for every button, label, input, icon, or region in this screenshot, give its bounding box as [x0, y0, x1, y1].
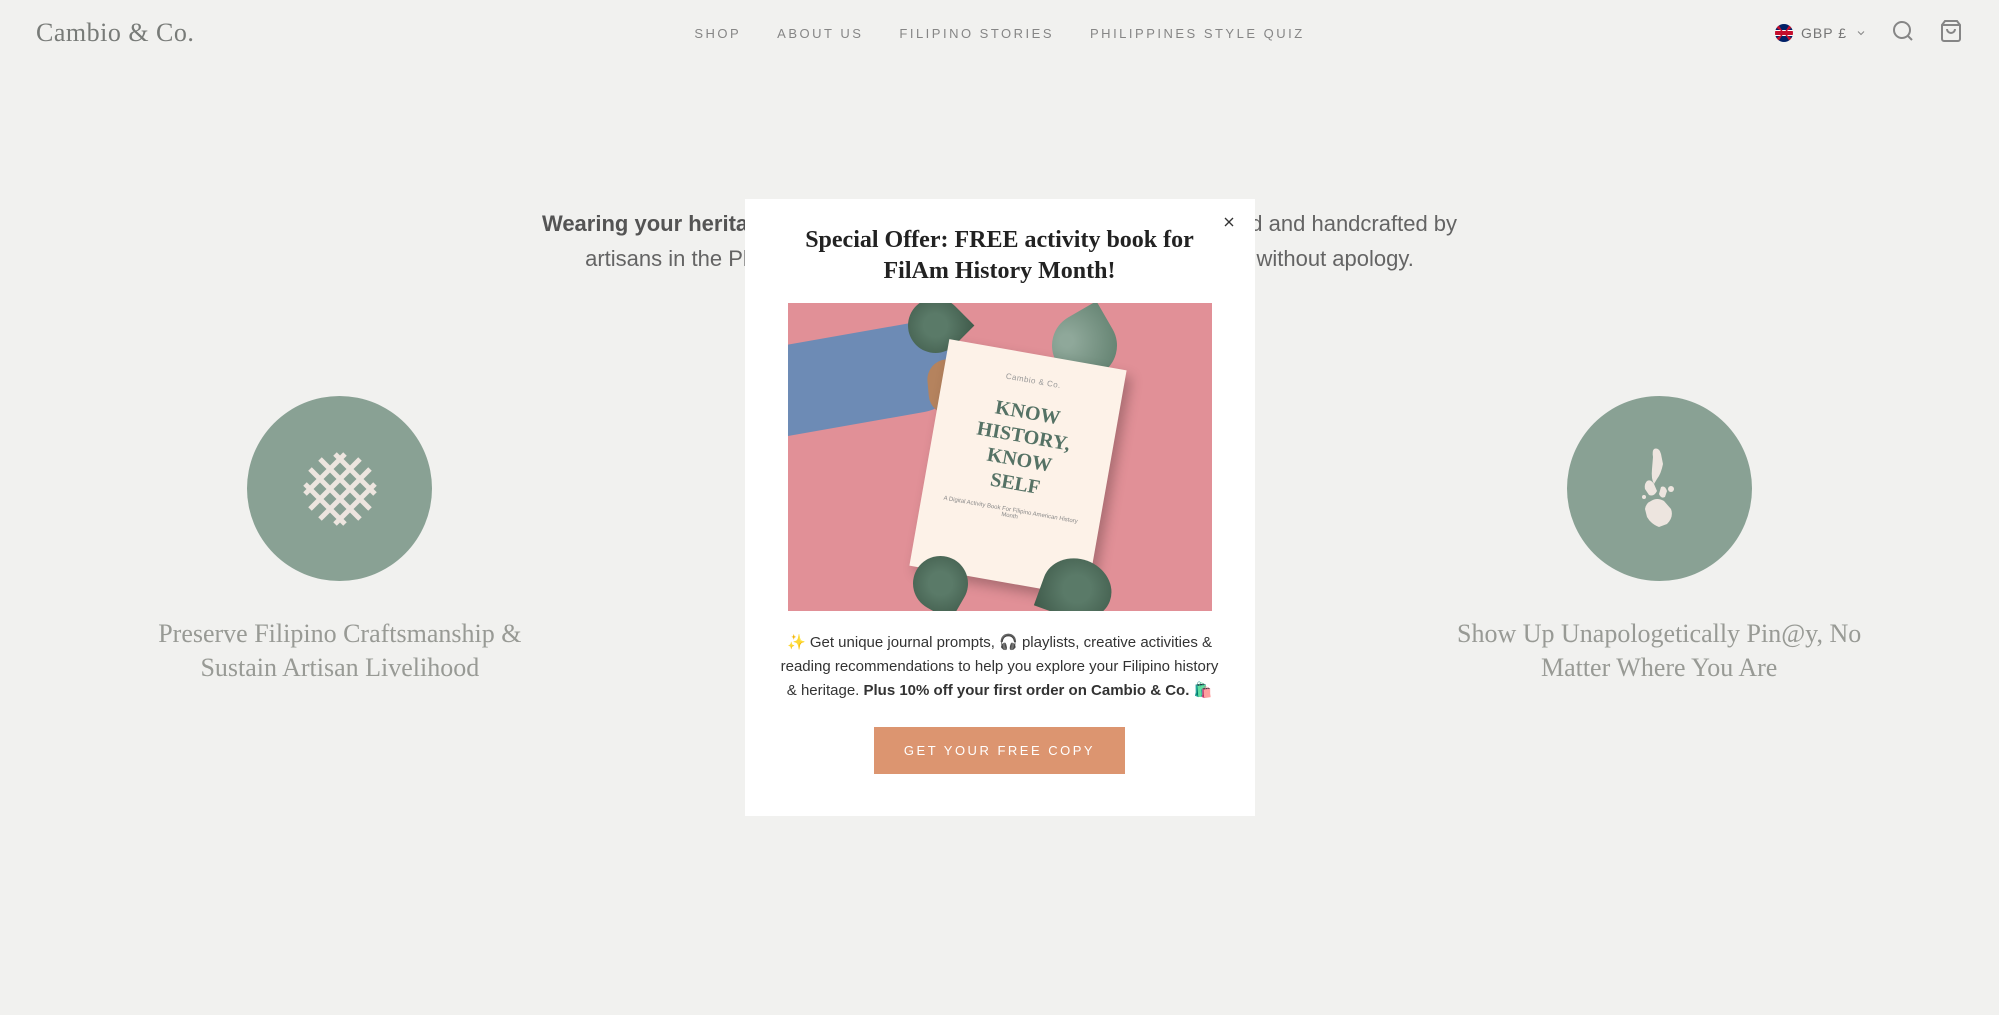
close-button[interactable] — [1221, 213, 1237, 236]
desc-bold: Plus 10% off your first order on Cambio … — [864, 682, 1213, 699]
get-free-copy-button[interactable]: GET YOUR FREE COPY — [874, 727, 1125, 774]
modal-description: ✨ Get unique journal prompts, 🎧 playlist… — [765, 631, 1235, 703]
modal-image: Cambio & Co. KNOW HISTORY, KNOW SELF A D… — [788, 303, 1212, 611]
close-icon — [1221, 214, 1237, 230]
offer-modal: Special Offer: FREE activity book for Fi… — [745, 199, 1255, 816]
book-headline: KNOW HISTORY, KNOW SELF — [938, 388, 1104, 509]
modal-overlay[interactable]: Special Offer: FREE activity book for Fi… — [0, 0, 1999, 1015]
modal-title: Special Offer: FREE activity book for Fi… — [795, 225, 1205, 287]
